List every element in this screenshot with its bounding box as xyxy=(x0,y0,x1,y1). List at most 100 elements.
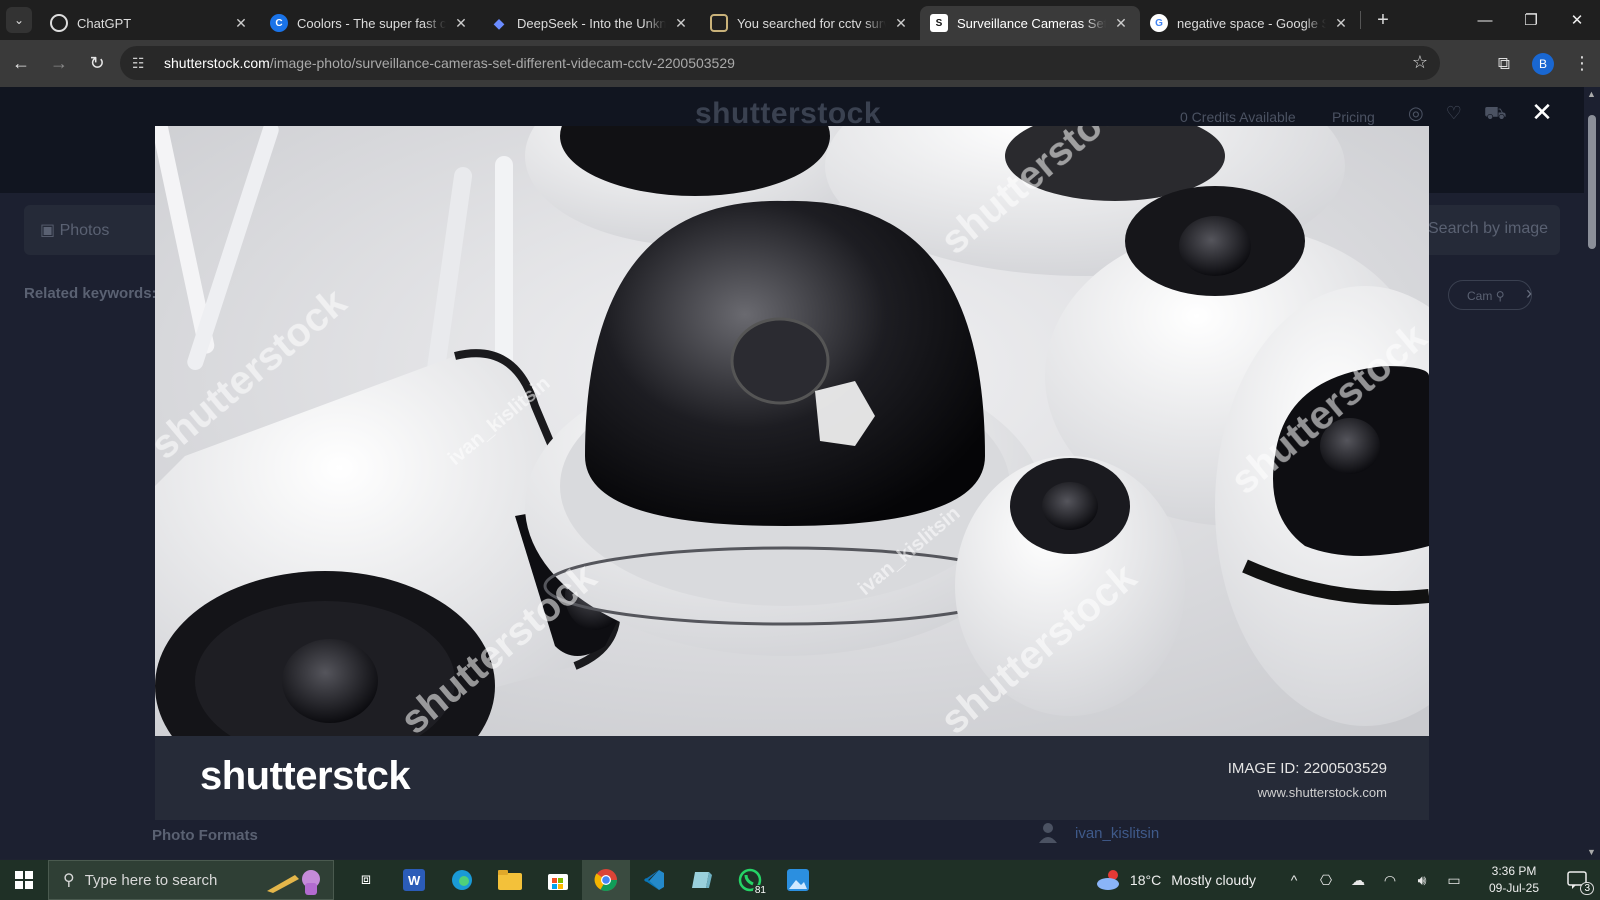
taskbar-search-placeholder: Type here to search xyxy=(84,871,218,889)
svg-text:W: W xyxy=(408,873,421,888)
tab-title: Coolors - The super fast color palettes … xyxy=(297,15,446,31)
tab-separator xyxy=(1360,11,1361,29)
toolbar-right: ⧉ B ⋮ xyxy=(1486,40,1600,87)
start-button[interactable] xyxy=(0,860,48,900)
more-menu-icon[interactable]: ⋮ xyxy=(1570,53,1594,74)
tab-coolors[interactable]: C Coolors - The super fast color palette… xyxy=(260,6,480,40)
search-by-image-button[interactable]: Search by image xyxy=(1428,220,1548,238)
media-type-select[interactable]: ▣ Photos xyxy=(40,220,109,240)
windows-icon xyxy=(15,871,33,889)
system-tray: 18°C Mostly cloudy ^ ⎔ ☁ ◠ 🔊︎ ▭ 3:36 PM … xyxy=(1096,860,1600,900)
header-icons: ◎♡⛟ xyxy=(1408,103,1529,127)
notepad-icon[interactable] xyxy=(678,860,726,900)
notifications-button[interactable]: 3 xyxy=(1554,860,1600,900)
notification-count: 3 xyxy=(1580,882,1594,895)
tab-close-icon[interactable]: ✕ xyxy=(452,15,470,32)
site-icon xyxy=(710,14,728,32)
search-icon: ⚲ xyxy=(1495,289,1505,303)
whatsapp-icon[interactable]: 81 xyxy=(726,860,774,900)
tab-google[interactable]: G negative space - Google Search ✕ xyxy=(1140,6,1360,40)
bookmark-star-icon[interactable]: ☆ xyxy=(1412,52,1428,73)
wifi-icon[interactable]: ◠ xyxy=(1374,872,1406,889)
cart-icon[interactable]: ⛟ xyxy=(1484,103,1529,123)
tab-close-icon[interactable]: ✕ xyxy=(1112,15,1130,32)
image-lightbox: shutterstock shutterstock shutterstock s… xyxy=(155,126,1429,820)
back-button[interactable]: ← xyxy=(4,47,38,81)
extensions-icon[interactable]: ⧉ xyxy=(1486,54,1522,74)
weather-widget[interactable]: 18°C Mostly cloudy xyxy=(1096,869,1256,891)
image-id: IMAGE ID: 2200503529 xyxy=(1227,760,1387,777)
coolors-icon: C xyxy=(270,14,288,32)
meet-icon[interactable]: ⎔ xyxy=(1310,872,1342,889)
photos-icon[interactable] xyxy=(774,860,822,900)
task-view-icon[interactable]: ⧈ xyxy=(342,860,390,900)
close-icon[interactable]: ✕ xyxy=(1530,99,1554,125)
google-icon: G xyxy=(1150,14,1168,32)
tab-title: negative space - Google Search xyxy=(1177,15,1326,31)
tab-close-icon[interactable]: ✕ xyxy=(892,15,910,32)
tab-search-button[interactable]: ⌄ xyxy=(6,7,32,33)
chrome-icon[interactable] xyxy=(582,860,630,900)
related-keywords-label: Related keywords: xyxy=(24,285,157,302)
volume-icon[interactable]: 🔊︎ xyxy=(1406,872,1438,889)
address-bar[interactable]: ☷ shutterstock.com/image-photo/surveilla… xyxy=(120,46,1440,80)
battery-icon[interactable]: ▭ xyxy=(1438,872,1470,889)
clock-date: 09-Jul-25 xyxy=(1488,881,1540,895)
vscode-icon[interactable] xyxy=(630,860,678,900)
tab-strip: ⌄ ChatGPT ✕ C Coolors - The super fast c… xyxy=(0,0,1600,40)
window-controls: — ❐ ✕ xyxy=(1462,0,1600,40)
tab-deepseek[interactable]: ◆ DeepSeek - Into the Unknown ✕ xyxy=(480,6,700,40)
word-icon[interactable]: W xyxy=(390,860,438,900)
keyword-chip[interactable]: Cam ⚲ xyxy=(1448,280,1532,310)
whatsapp-badge: 81 xyxy=(752,885,768,896)
reload-button[interactable]: ↻ xyxy=(80,47,114,81)
pricing-menu[interactable]: Pricing xyxy=(1332,109,1375,125)
site-settings-icon[interactable]: ☷ xyxy=(132,55,152,72)
minimize-button[interactable]: — xyxy=(1462,0,1508,40)
photo-formats-heading: Photo Formats xyxy=(152,827,258,844)
scrollbar-thumb[interactable] xyxy=(1588,115,1596,249)
edge-icon[interactable] xyxy=(438,860,486,900)
camera-icon: ▣ xyxy=(40,222,60,239)
shutterstock-icon: S xyxy=(930,14,948,32)
onedrive-icon[interactable]: ☁ xyxy=(1342,872,1374,889)
cctv-cameras-photo: shutterstock shutterstock shutterstock s… xyxy=(155,126,1429,736)
tab-close-icon[interactable]: ✕ xyxy=(672,15,690,32)
tab-close-icon[interactable]: ✕ xyxy=(232,15,250,32)
deepseek-icon: ◆ xyxy=(493,14,505,31)
scroll-down-icon[interactable]: ▼ xyxy=(1587,847,1596,857)
restore-button[interactable]: ❐ xyxy=(1508,0,1554,40)
preview-image: shutterstock shutterstock shutterstock s… xyxy=(155,126,1429,736)
weather-desc: Mostly cloudy xyxy=(1171,872,1256,888)
new-tab-button[interactable]: + xyxy=(1367,4,1399,36)
globe-icon[interactable]: ◎ xyxy=(1408,103,1446,123)
chevron-down-icon: ⌄ xyxy=(13,13,25,27)
tab-title: DeepSeek - Into the Unknown xyxy=(517,15,666,31)
author-link[interactable]: ivan_kislitsin xyxy=(1075,825,1159,842)
keywords-next-icon[interactable]: › xyxy=(1526,283,1532,304)
lightbox-caption: shutterstck IMAGE ID: 2200503529 www.shu… xyxy=(155,736,1429,820)
tab-chatgpt[interactable]: ChatGPT ✕ xyxy=(40,6,260,40)
taskbar-search[interactable]: ⚲ Type here to search xyxy=(48,860,334,900)
search-highlight-icon xyxy=(267,870,320,895)
chevron-up-icon[interactable]: ^ xyxy=(1278,872,1310,888)
tab-close-icon[interactable]: ✕ xyxy=(1332,15,1350,32)
tab-title: You searched for cctv surveillance xyxy=(737,15,886,31)
scroll-up-icon[interactable]: ▲ xyxy=(1587,89,1596,99)
tab-shutterstock[interactable]: S Surveillance Cameras Set Different ✕ xyxy=(920,6,1140,40)
close-window-button[interactable]: ✕ xyxy=(1554,0,1600,40)
store-icon[interactable] xyxy=(534,860,582,900)
user-icon xyxy=(1039,823,1057,843)
cloud-icon xyxy=(1096,870,1119,890)
credits-menu[interactable]: 0 Credits Available xyxy=(1180,109,1296,125)
clock[interactable]: 3:36 PM 09-Jul-25 xyxy=(1474,863,1554,897)
tab-title: Surveillance Cameras Set Different xyxy=(957,15,1106,31)
forward-button[interactable]: → xyxy=(42,47,76,81)
tab-cctv-search[interactable]: You searched for cctv surveillance ✕ xyxy=(700,6,920,40)
file-explorer-icon[interactable] xyxy=(486,860,534,900)
keyword-chip-label: Cam xyxy=(1467,289,1493,303)
media-type-label: Photos xyxy=(59,222,110,239)
heart-icon[interactable]: ♡ xyxy=(1446,103,1484,123)
profile-avatar[interactable]: B xyxy=(1532,52,1554,75)
page-scrollbar[interactable]: ▲ ▼ xyxy=(1584,87,1600,859)
